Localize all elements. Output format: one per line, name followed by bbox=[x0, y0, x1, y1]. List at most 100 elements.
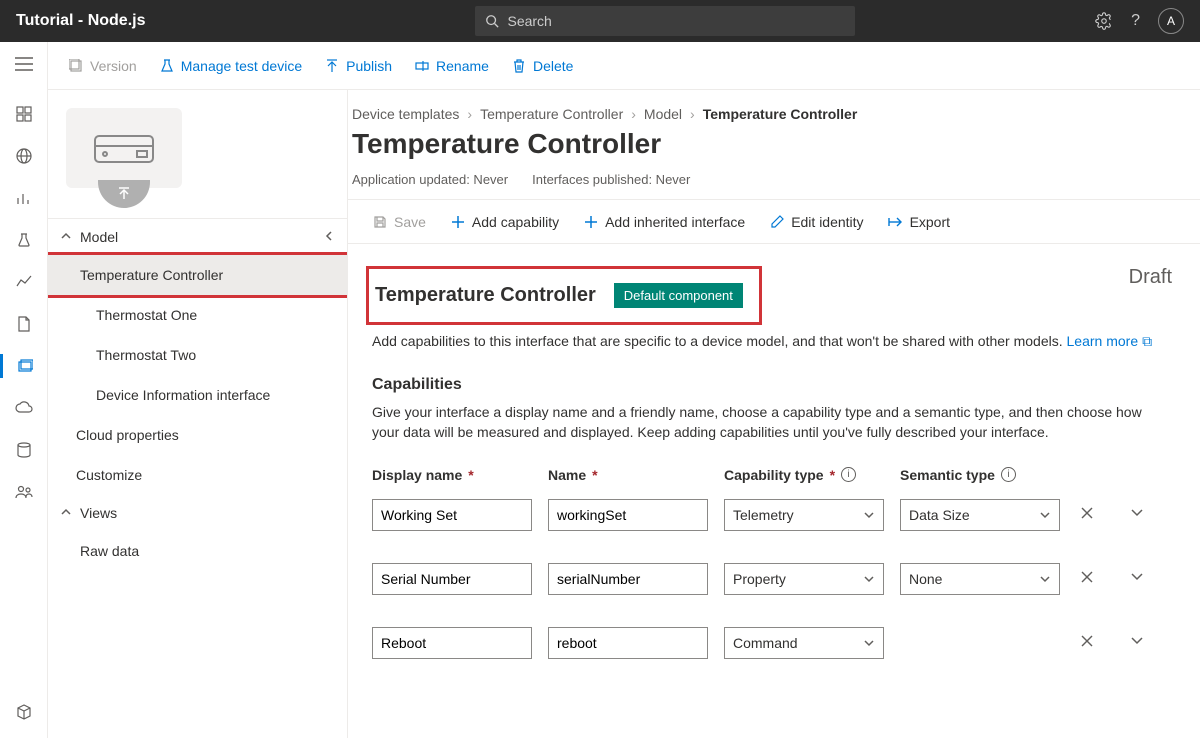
remove-row-button[interactable] bbox=[1076, 566, 1098, 591]
default-component-badge: Default component bbox=[614, 283, 743, 308]
plus-icon bbox=[583, 214, 599, 230]
top-bar: Tutorial - Node.js Search ? A bbox=[0, 0, 1200, 42]
name-input[interactable] bbox=[548, 627, 708, 659]
add-capability-button[interactable]: Add capability bbox=[440, 210, 569, 234]
semantic-type-select[interactable]: None bbox=[900, 563, 1060, 595]
capability-row: Telemetry Data Size bbox=[372, 499, 1176, 531]
command-bar: Version Manage test device Publish Renam… bbox=[48, 42, 1200, 90]
expand-row-button[interactable] bbox=[1126, 566, 1148, 591]
chevron-up-icon bbox=[60, 229, 72, 245]
app-title: Tutorial - Node.js bbox=[16, 12, 145, 30]
capability-row: Command bbox=[372, 627, 1176, 659]
chevron-down-icon bbox=[863, 637, 875, 649]
tree-item-customize[interactable]: Customize bbox=[48, 455, 347, 495]
help-icon[interactable]: ? bbox=[1131, 12, 1140, 30]
component-title: Temperature Controller bbox=[375, 284, 596, 307]
search-placeholder: Search bbox=[507, 13, 551, 29]
close-icon bbox=[1080, 506, 1094, 520]
learn-more-link[interactable]: Learn more⧉ bbox=[1067, 333, 1153, 349]
chevron-down-icon bbox=[1039, 573, 1051, 585]
hamburger-icon[interactable] bbox=[12, 52, 36, 76]
close-icon bbox=[1080, 570, 1094, 584]
app-updated-label: Application updated: Never bbox=[352, 172, 508, 187]
avatar[interactable]: A bbox=[1158, 8, 1184, 34]
edit-icon bbox=[769, 214, 785, 230]
display-name-input[interactable] bbox=[372, 627, 532, 659]
chevron-right-icon: › bbox=[631, 106, 636, 122]
expand-row-button[interactable] bbox=[1126, 502, 1148, 527]
capability-type-select[interactable]: Property bbox=[724, 563, 884, 595]
flask-icon bbox=[159, 58, 175, 74]
info-icon[interactable]: i bbox=[841, 467, 856, 482]
rail-cloud-icon[interactable] bbox=[12, 396, 36, 420]
rail-users-icon[interactable] bbox=[12, 480, 36, 504]
settings-icon[interactable] bbox=[1095, 12, 1113, 30]
expand-row-button[interactable] bbox=[1126, 630, 1148, 655]
rail-analytics-icon[interactable] bbox=[12, 270, 36, 294]
breadcrumb-device-templates[interactable]: Device templates bbox=[352, 106, 459, 122]
tree-section-views[interactable]: Views bbox=[48, 495, 347, 531]
remove-row-button[interactable] bbox=[1076, 630, 1098, 655]
collapse-icon[interactable] bbox=[323, 229, 335, 245]
delete-button[interactable]: Delete bbox=[503, 54, 581, 78]
breadcrumb-model[interactable]: Model bbox=[644, 106, 682, 122]
plus-icon bbox=[450, 214, 466, 230]
col-sem-type: Semantic type i bbox=[900, 467, 1060, 483]
nav-rail bbox=[0, 42, 48, 738]
rename-icon bbox=[414, 58, 430, 74]
interface-toolbar: Save Add capability Add inherited interf… bbox=[348, 200, 1200, 244]
edit-identity-button[interactable]: Edit identity bbox=[759, 210, 873, 234]
breadcrumb-temperature-controller[interactable]: Temperature Controller bbox=[480, 106, 623, 122]
capability-type-select[interactable]: Command bbox=[724, 627, 884, 659]
rail-dashboard-icon[interactable] bbox=[12, 102, 36, 126]
breadcrumb: Device templates › Temperature Controlle… bbox=[352, 106, 1180, 122]
rail-flask-icon[interactable] bbox=[12, 228, 36, 252]
breadcrumb-current: Temperature Controller bbox=[703, 106, 858, 122]
search-icon bbox=[485, 14, 499, 28]
delete-icon bbox=[511, 58, 527, 74]
rail-storage-icon[interactable] bbox=[12, 438, 36, 462]
manage-test-device-button[interactable]: Manage test device bbox=[151, 54, 310, 78]
info-icon[interactable]: i bbox=[1001, 467, 1016, 482]
export-icon bbox=[888, 214, 904, 230]
capability-row: Property None bbox=[372, 563, 1176, 595]
chevron-down-icon bbox=[1130, 506, 1144, 520]
capability-type-select[interactable]: Telemetry bbox=[724, 499, 884, 531]
publish-button[interactable]: Publish bbox=[316, 54, 400, 78]
chevron-right-icon: › bbox=[467, 106, 472, 122]
chevron-right-icon: › bbox=[690, 106, 695, 122]
col-display-name: Display name * bbox=[372, 467, 532, 483]
rail-globe-icon[interactable] bbox=[12, 144, 36, 168]
upload-icon[interactable] bbox=[98, 180, 150, 208]
tree-item-cloud-properties[interactable]: Cloud properties bbox=[48, 415, 347, 455]
rail-document-icon[interactable] bbox=[12, 312, 36, 336]
rail-cube-icon[interactable] bbox=[12, 700, 36, 724]
col-name: Name * bbox=[548, 467, 708, 483]
tree-section-model[interactable]: Model bbox=[48, 219, 347, 255]
search-input[interactable]: Search bbox=[475, 6, 855, 36]
rail-chart-icon[interactable] bbox=[12, 186, 36, 210]
name-input[interactable] bbox=[548, 499, 708, 531]
remove-row-button[interactable] bbox=[1076, 502, 1098, 527]
component-header-highlight: Temperature Controller Default component bbox=[366, 266, 762, 325]
page-title: Temperature Controller bbox=[352, 128, 1180, 160]
tree-item-thermostat-two[interactable]: Thermostat Two bbox=[48, 335, 347, 375]
display-name-input[interactable] bbox=[372, 563, 532, 595]
semantic-type-select[interactable]: Data Size bbox=[900, 499, 1060, 531]
name-input[interactable] bbox=[548, 563, 708, 595]
interfaces-published-label: Interfaces published: Never bbox=[532, 172, 690, 187]
rename-button[interactable]: Rename bbox=[406, 54, 497, 78]
col-cap-type: Capability type * i bbox=[724, 467, 884, 483]
close-icon bbox=[1080, 634, 1094, 648]
external-link-icon: ⧉ bbox=[1142, 333, 1152, 350]
tree-item-temperature-controller[interactable]: Temperature Controller bbox=[48, 255, 347, 295]
tree-item-thermostat-one[interactable]: Thermostat One bbox=[48, 295, 347, 335]
export-button[interactable]: Export bbox=[878, 210, 960, 234]
tree-item-device-info[interactable]: Device Information interface bbox=[48, 375, 347, 415]
add-inherited-interface-button[interactable]: Add inherited interface bbox=[573, 210, 755, 234]
display-name-input[interactable] bbox=[372, 499, 532, 531]
save-button: Save bbox=[362, 210, 436, 234]
rail-templates-icon[interactable] bbox=[0, 354, 48, 378]
tree-item-raw-data[interactable]: Raw data bbox=[48, 531, 347, 571]
chevron-up-icon bbox=[60, 505, 72, 521]
